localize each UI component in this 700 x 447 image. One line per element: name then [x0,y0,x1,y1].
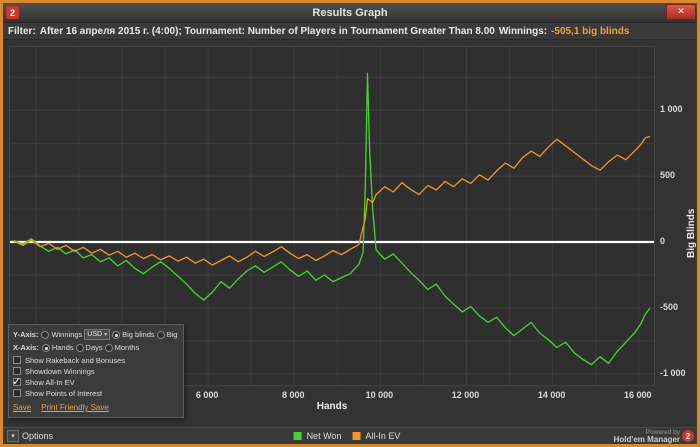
months-radio-label[interactable]: Months [115,343,140,352]
y-tick-label: 0 [660,236,666,247]
winnings-value: -505,1 big blinds [551,25,630,37]
filter-label: Filter: [8,25,36,37]
all-in-ev-legend-label: All-In EV [365,431,401,441]
filter-text: After 16 апреля 2015 г. (4:00); Tourname… [39,25,495,37]
y-tick-label: -1 000 [660,367,686,378]
rakeback-checkbox-label[interactable]: Show Rakeback and Bonuses [25,356,125,365]
filter-bar: Filter: After 16 апреля 2015 г. (4:00); … [3,23,697,40]
winnings-radio[interactable] [41,330,50,339]
currency-dropdown[interactable]: USD ▾ [84,329,111,340]
save-link[interactable]: Save [13,403,31,412]
graph-options-panel: Y-Axis: Winnings USD ▾ Big blinds Big be… [8,324,184,418]
rakeback-checkbox[interactable] [13,356,21,364]
x-tick-label: 6 000 [195,390,219,400]
brand-text: Hold'em Manager [613,435,680,444]
points-of-interest-check-row: Show Points of Interest [13,388,179,398]
app-icon: 2 [6,6,19,19]
x-axis-option-row: X-Axis: Hands Days Months [13,341,179,354]
title-bar[interactable]: 2 Results Graph ✕ [3,3,697,23]
powered-by: Powered by Hold'em Manager [613,429,680,444]
options-toggle[interactable]: ▾ Options [7,430,53,442]
net-won-swatch-icon [293,432,302,440]
y-tick-label: -500 [660,301,679,312]
big-bets-radio[interactable] [156,330,165,339]
collapse-arrow-icon: ▾ [7,430,19,442]
showdown-winnings-checkbox[interactable] [13,367,21,375]
winnings-radio-label[interactable]: Winnings [51,330,82,339]
hm2-badge-icon: 2 [682,430,694,442]
close-button[interactable]: ✕ [666,4,696,20]
y-tick-label: 1 000 [660,104,683,115]
chevron-down-icon: ▾ [104,331,108,338]
options-toggle-label: Options [22,431,54,441]
days-radio[interactable] [75,343,84,352]
showdown-check-row: Showdown Winnings [13,366,179,376]
show-all-in-ev-checkbox-label[interactable]: Show All-In EV [25,378,75,387]
y-tick-label: 500 [660,170,676,181]
chart-legend: Net Won All-In EV [293,431,407,441]
currency-value: USD [87,331,103,338]
big-bets-radio-label[interactable]: Big bets [167,330,179,339]
hands-radio-label[interactable]: Hands [52,343,74,352]
points-of-interest-checkbox[interactable] [13,389,21,397]
show-all-in-ev-checkbox[interactable] [13,377,21,387]
hands-radio[interactable] [41,343,50,352]
months-radio[interactable] [104,343,113,352]
rakeback-check-row: Show Rakeback and Bonuses [13,355,179,365]
y-axis-option-row: Y-Axis: Winnings USD ▾ Big blinds Big be… [13,328,179,341]
x-axis-label: X-Axis: [13,343,39,352]
winnings-label: Winnings: [498,25,548,37]
points-of-interest-checkbox-label[interactable]: Show Points of Interest [25,389,102,398]
y-axis-title: Big Blinds [686,208,697,258]
x-tick-label: 12 000 [451,390,480,400]
all-in-ev-swatch-icon [352,432,361,440]
days-radio-label[interactable]: Days [86,343,103,352]
big-blinds-radio[interactable] [112,330,121,339]
x-tick-label: 10 000 [365,390,394,400]
links-row: Save Print Friendly Save [13,402,179,413]
bottom-bar: ▾ Options Net Won All-In EV Powered by H… [3,427,697,444]
showdown-winnings-checkbox-label[interactable]: Showdown Winnings [25,367,95,376]
chart-area: 6 000 8 000 10 000 12 000 14 000 16 000 Hands… [3,40,697,427]
x-tick-label: 16 000 [624,390,652,400]
results-graph-window: 2 Results Graph ✕ Filter: After 16 апрел… [0,0,700,447]
print-friendly-save-link[interactable]: Print Friendly Save [41,403,109,412]
y-axis-label: Y-Axis: [13,330,39,339]
x-tick-label: 14 000 [537,390,566,400]
x-tick-label: 8 000 [281,390,305,400]
net-won-legend-label: Net Won [306,431,342,441]
all-in-ev-check-row: Show All-In EV [13,377,179,387]
big-blinds-radio-label[interactable]: Big blinds [122,330,155,339]
window-title: Results Graph [312,6,388,19]
